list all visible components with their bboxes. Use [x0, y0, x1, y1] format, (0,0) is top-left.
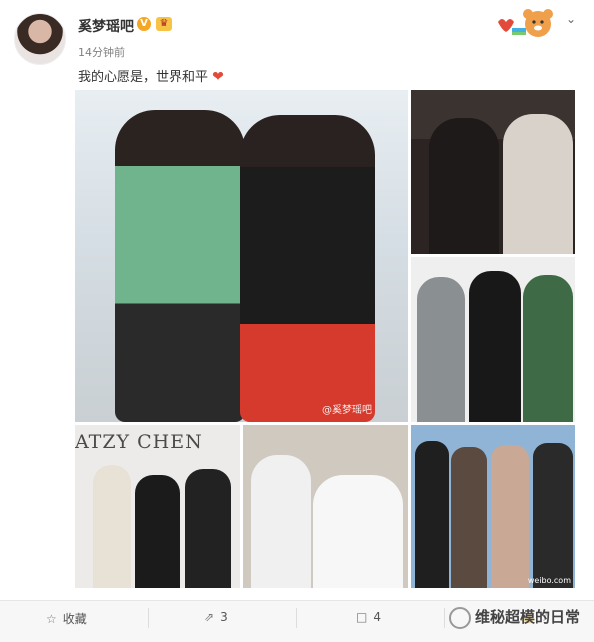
- photo-watermark-2: weibo.com: [527, 576, 571, 585]
- photo-watermark: @奚梦瑶吧: [322, 405, 372, 416]
- photo-thumb-1[interactable]: [411, 90, 575, 254]
- person-figure: [523, 275, 573, 422]
- divider: [444, 608, 445, 628]
- person-figure: [240, 115, 375, 422]
- photo-main[interactable]: @奚梦瑶吧: [75, 90, 408, 422]
- photo-thumb-3[interactable]: ATZY CHEN: [75, 425, 240, 588]
- username[interactable]: 奚梦瑶吧: [78, 16, 134, 36]
- comment-button[interactable]: □ 4: [356, 610, 381, 624]
- person-figure: [417, 277, 465, 422]
- star-icon: ☆: [46, 612, 57, 626]
- repost-icon: ⇗: [204, 610, 215, 624]
- person-figure: [429, 118, 499, 254]
- repost-button[interactable]: ⇗ 3: [204, 610, 228, 624]
- divider: [296, 608, 297, 628]
- wechat-logo-icon: [448, 606, 471, 629]
- photo-thumb-4[interactable]: [243, 425, 408, 588]
- person-figure: [451, 447, 487, 588]
- avatar[interactable]: [14, 13, 66, 65]
- person-figure: [93, 465, 131, 588]
- divider: [148, 608, 149, 628]
- post-time[interactable]: 14分钟前: [78, 44, 125, 60]
- post-text-content: 我的心愿是，世界和平: [78, 70, 209, 85]
- wechat-brand-overlay: 维秘超模的日常: [448, 606, 580, 629]
- comment-icon: □: [356, 610, 368, 624]
- comment-count: 4: [373, 610, 381, 624]
- person-figure: [469, 271, 521, 422]
- bear-decoration-icon: [498, 9, 553, 37]
- person-figure: [185, 469, 231, 588]
- chevron-down-icon[interactable]: ⌄: [566, 12, 576, 26]
- person-figure: [415, 441, 449, 588]
- person-figure: [135, 475, 180, 588]
- photo-thumb-2[interactable]: [411, 257, 575, 422]
- brand-sign: ATZY CHEN: [75, 431, 203, 453]
- red-heart-icon: ❤: [212, 69, 224, 85]
- favorite-button[interactable]: ☆ 收藏: [46, 610, 87, 627]
- favorite-label: 收藏: [62, 612, 87, 626]
- photo-thumb-5[interactable]: weibo.com: [411, 425, 575, 588]
- person-figure: [313, 475, 403, 588]
- person-figure: [251, 455, 311, 588]
- person-figure: [503, 114, 573, 254]
- person-figure: [115, 110, 245, 422]
- person-figure: [533, 443, 573, 588]
- repost-count: 3: [220, 610, 228, 624]
- person-figure: [491, 445, 529, 588]
- post-text: 我的心愿是，世界和平 ❤: [78, 66, 224, 85]
- verified-badge-icon: V: [137, 17, 151, 31]
- member-crown-icon[interactable]: ♛: [156, 17, 172, 31]
- brand-overlay-text: 维秘超模的日常: [474, 608, 580, 626]
